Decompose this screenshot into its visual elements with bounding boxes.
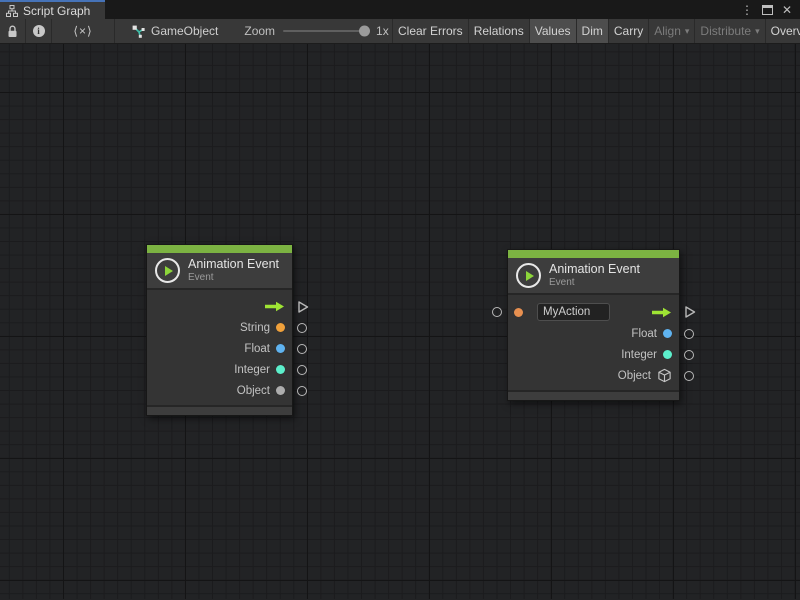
name-input-port[interactable] — [492, 307, 502, 317]
align-dropdown[interactable]: Align ▾ — [649, 19, 694, 43]
cube-icon — [657, 368, 672, 383]
node-title: Animation Event — [188, 257, 279, 272]
node-title: Animation Event — [549, 262, 640, 277]
port-label: Object — [618, 370, 651, 382]
object-output-port[interactable] — [297, 386, 307, 396]
button-label: Dim — [582, 24, 603, 38]
clear-errors-button[interactable]: Clear Errors — [393, 19, 468, 43]
node-subtitle: Event — [549, 277, 640, 289]
port-row-flow-out — [147, 296, 292, 317]
node-body: String Float Integer Object — [147, 290, 292, 405]
tab-script-graph[interactable]: Script Graph — [0, 0, 105, 19]
string-port-dot — [276, 323, 285, 332]
node-body: Float Integer Object — [508, 295, 679, 390]
button-label: Distribute — [700, 24, 751, 38]
window-tab-bar: Script Graph ⋮ ✕ — [0, 0, 800, 19]
values-toggle[interactable]: Values — [530, 19, 576, 43]
chevron-down-icon: ▾ — [685, 26, 690, 37]
port-row-name-input — [508, 301, 679, 323]
port-label: Object — [237, 385, 270, 397]
float-output-port[interactable] — [297, 344, 307, 354]
graph-canvas[interactable]: Animation Event Event String — [0, 44, 800, 599]
float-port-dot — [276, 344, 285, 353]
distribute-dropdown[interactable]: Distribute ▾ — [695, 19, 764, 43]
graph-toolbar: i ⟨×⟩ GameObject Zoom 1x Clear Erro — [0, 19, 800, 44]
info-button[interactable]: i — [26, 19, 51, 43]
carry-toggle[interactable]: Carry — [609, 19, 648, 43]
string-output-port[interactable] — [297, 323, 307, 333]
lock-button[interactable] — [0, 19, 25, 43]
lock-icon — [7, 25, 18, 38]
node-header[interactable]: Animation Event Event — [508, 258, 679, 295]
close-icon[interactable]: ✕ — [782, 4, 792, 16]
zoom-control: Zoom 1x — [244, 19, 388, 43]
chevron-down-icon: ▾ — [755, 26, 760, 37]
node-subtitle: Event — [188, 272, 279, 284]
node-animation-event-2[interactable]: Animation Event Event Float — [507, 249, 680, 401]
script-graph-icon — [6, 5, 18, 17]
zoom-slider-handle[interactable] — [359, 26, 370, 37]
node-color-bar — [508, 250, 679, 258]
zoom-slider[interactable] — [283, 30, 367, 32]
graph-context-icon — [131, 24, 145, 38]
maximize-icon[interactable] — [762, 5, 773, 15]
button-label: Clear Errors — [398, 24, 463, 38]
event-play-icon — [155, 258, 180, 283]
flow-arrow-icon — [651, 307, 672, 318]
integer-output-port[interactable] — [297, 365, 307, 375]
graph-context[interactable]: GameObject — [131, 19, 218, 43]
port-row-integer: Integer — [147, 359, 292, 380]
flow-output-port[interactable] — [297, 300, 309, 313]
button-label: Values — [535, 24, 571, 38]
button-label: Relations — [474, 24, 524, 38]
port-row-integer: Integer — [508, 344, 679, 365]
flow-output-port[interactable] — [684, 306, 696, 319]
port-label: Integer — [621, 349, 657, 361]
flow-arrow-icon — [264, 301, 285, 312]
tab-title: Script Graph — [23, 4, 90, 18]
overview-button[interactable]: Overv — [766, 19, 800, 43]
port-row-float: Float — [147, 338, 292, 359]
relations-button[interactable]: Relations — [469, 19, 529, 43]
button-label: Carry — [614, 24, 643, 38]
port-row-float: Float — [508, 323, 679, 344]
integer-port-dot — [663, 350, 672, 359]
port-row-string: String — [147, 317, 292, 338]
code-view-button[interactable]: ⟨×⟩ — [52, 19, 114, 43]
zoom-value: 1x — [376, 24, 389, 38]
node-animation-event-1[interactable]: Animation Event Event String — [146, 244, 293, 416]
float-output-port[interactable] — [684, 329, 694, 339]
port-label: Integer — [234, 364, 270, 376]
button-label: Align — [654, 24, 681, 38]
info-icon: i — [33, 25, 45, 37]
port-label: String — [240, 322, 270, 334]
node-color-bar — [147, 245, 292, 253]
port-row-object: Object — [147, 380, 292, 401]
name-port-dot — [514, 308, 523, 317]
port-row-object: Object — [508, 365, 679, 386]
toolbar-left-group: i ⟨×⟩ GameObject Zoom 1x — [0, 19, 392, 43]
event-name-field[interactable] — [537, 303, 610, 321]
event-play-icon — [516, 263, 541, 288]
context-label: GameObject — [151, 24, 218, 38]
node-footer — [147, 405, 292, 415]
node-header[interactable]: Animation Event Event — [147, 253, 292, 290]
button-label: Overv — [771, 24, 800, 38]
object-output-port[interactable] — [684, 371, 694, 381]
toolbar-button-group: Clear Errors Relations Values Dim Carry … — [392, 19, 800, 43]
float-port-dot — [663, 329, 672, 338]
dim-toggle[interactable]: Dim — [577, 19, 608, 43]
toolbar-separator — [114, 19, 115, 43]
zoom-label: Zoom — [244, 24, 275, 38]
port-label: Float — [244, 343, 270, 355]
window-controls: ⋮ ✕ — [741, 0, 800, 19]
node-footer — [508, 390, 679, 400]
code-icon: ⟨×⟩ — [73, 24, 92, 38]
integer-output-port[interactable] — [684, 350, 694, 360]
window-menu-icon[interactable]: ⋮ — [741, 4, 753, 16]
integer-port-dot — [276, 365, 285, 374]
port-label: Float — [631, 328, 657, 340]
object-port-dot — [276, 386, 285, 395]
